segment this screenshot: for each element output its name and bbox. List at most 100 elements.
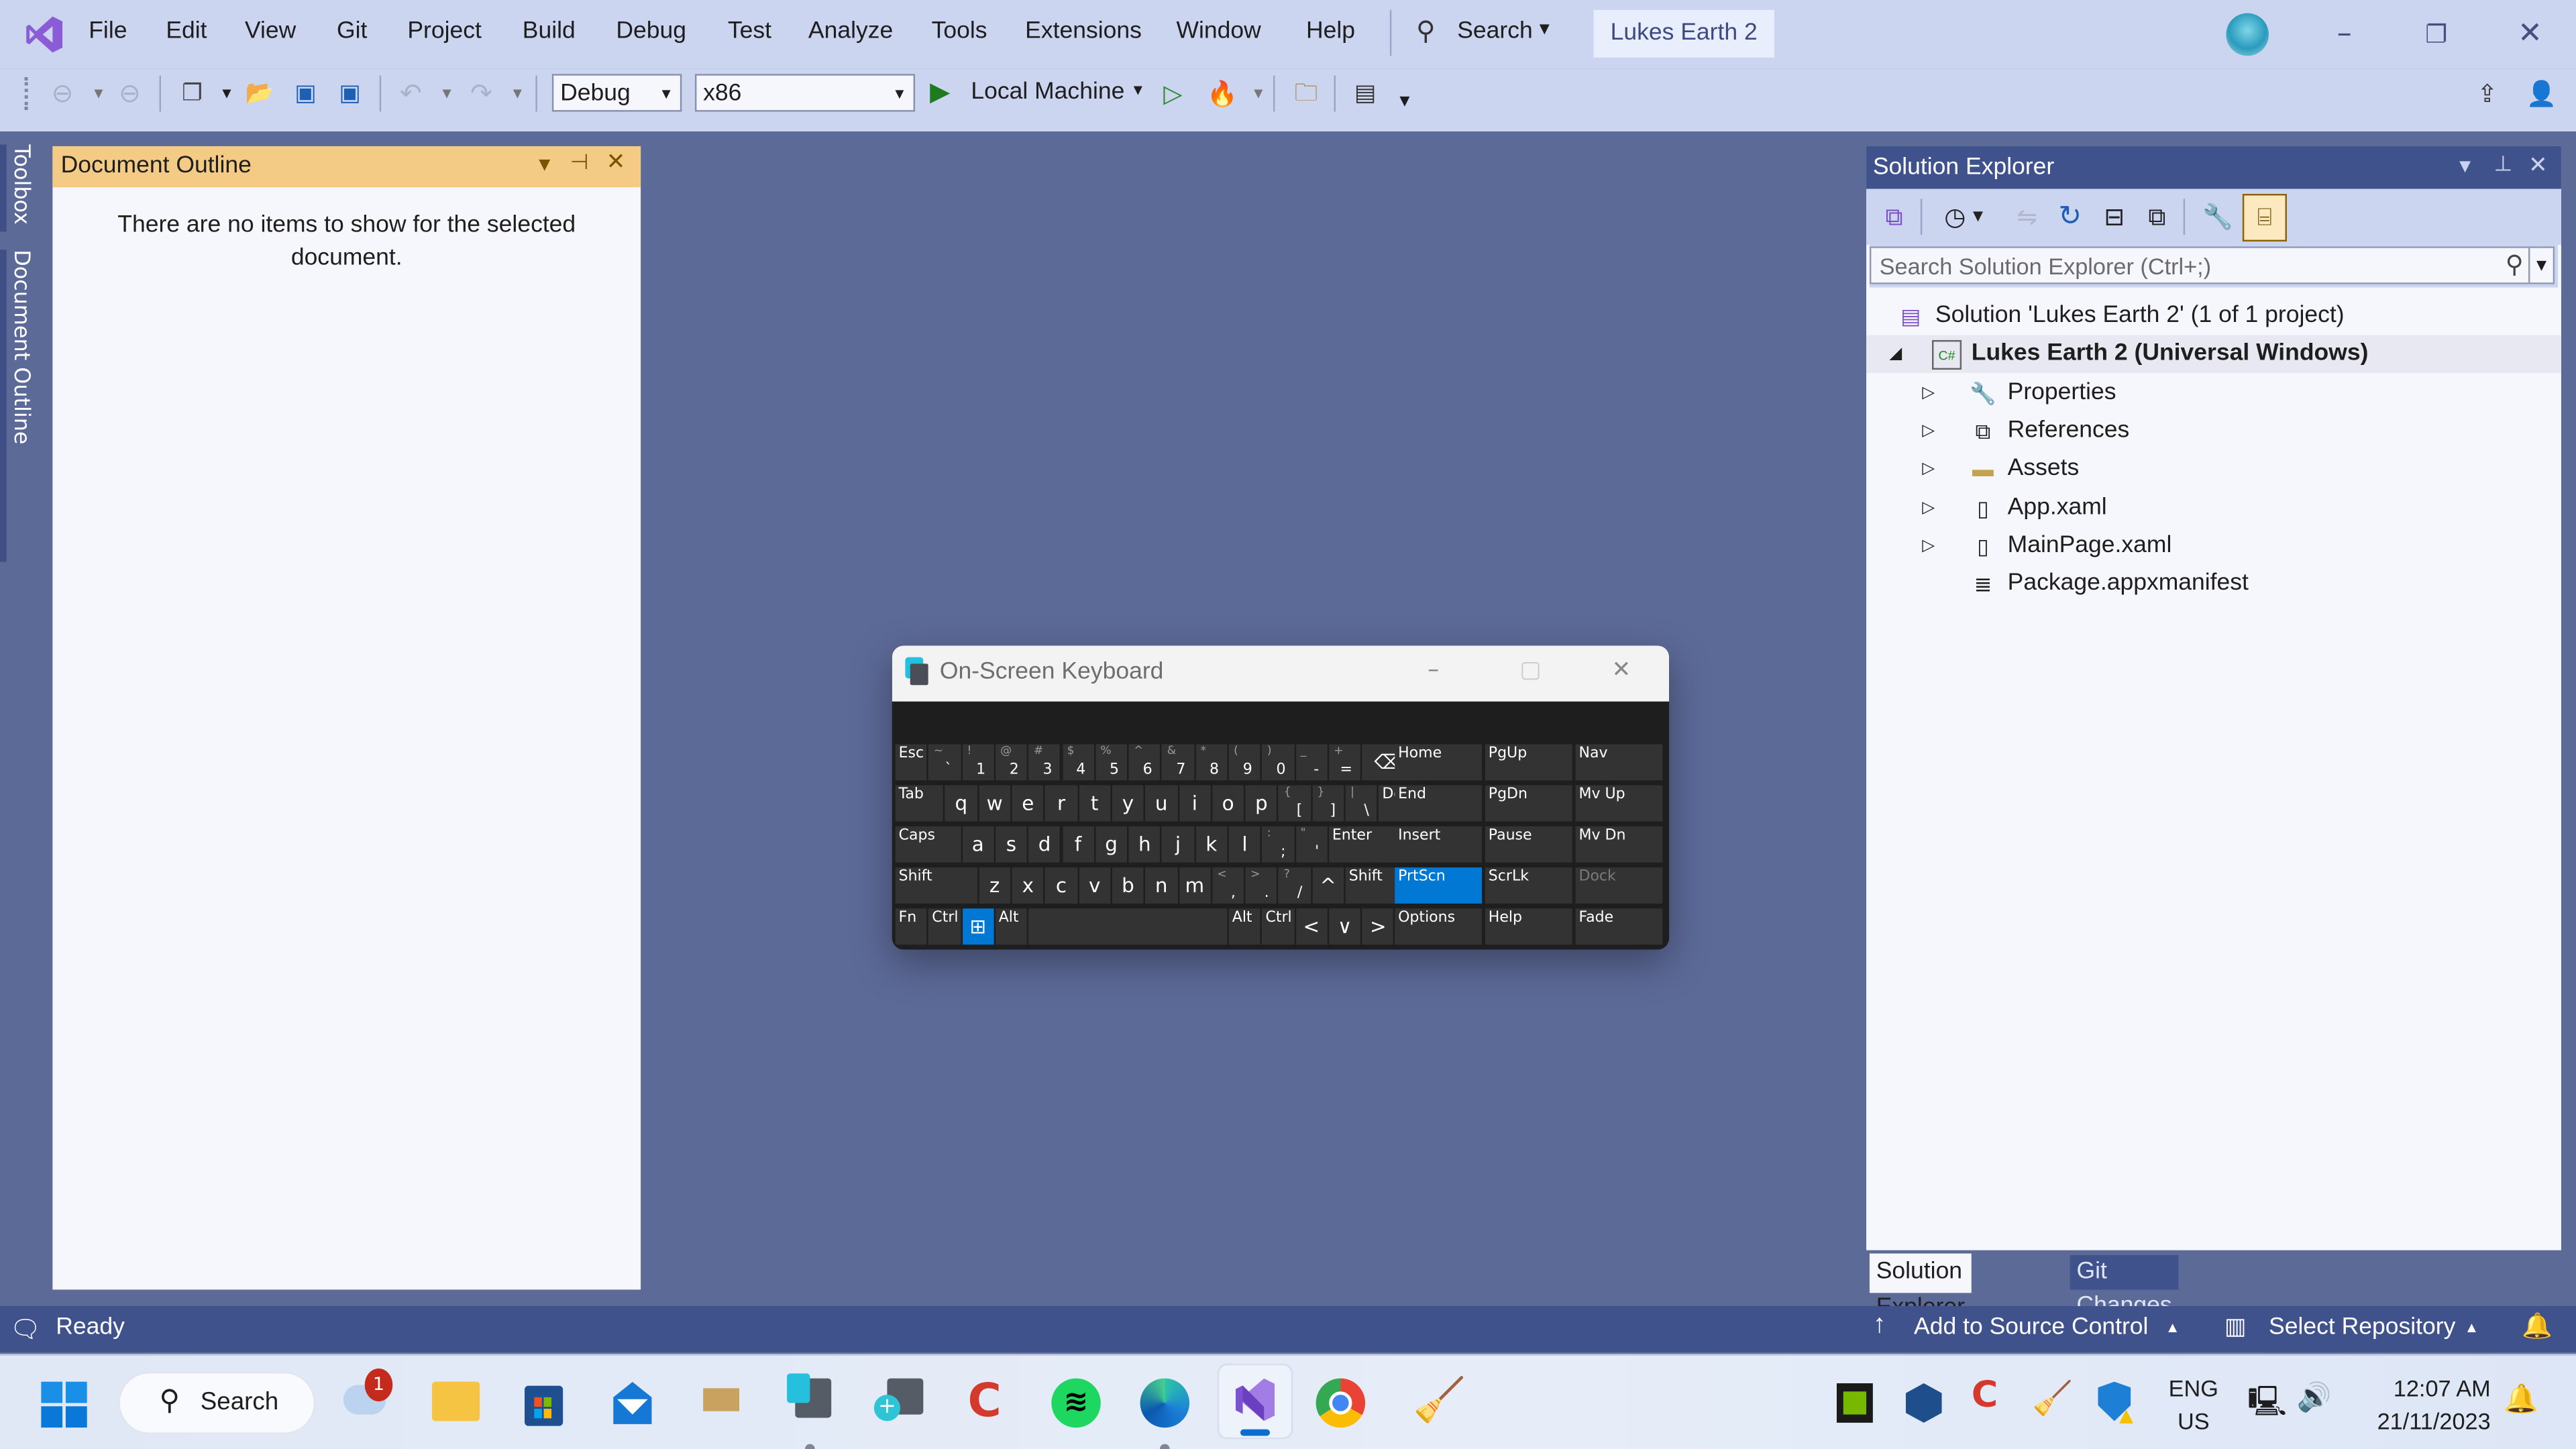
language-indicator[interactable]: ENG US: [2169, 1372, 2218, 1438]
osk-key[interactable]: >: [1362, 908, 1394, 945]
redo-icon[interactable]: ↷: [465, 77, 498, 110]
share-icon[interactable]: ⇪: [2471, 77, 2504, 110]
osk-key[interactable]: ~ `: [928, 744, 961, 781]
tree-item[interactable]: ▷ ▯ MainPage.xaml: [1866, 527, 2561, 565]
osk-nav-key[interactable]: Help: [1485, 908, 1572, 945]
osk-nav-key[interactable]: Nav: [1575, 744, 1663, 781]
osk-key[interactable]: ? /: [1279, 867, 1311, 904]
undo-icon[interactable]: ↶: [394, 77, 427, 110]
menu-extensions[interactable]: Extensions: [1025, 18, 1142, 44]
osk-key[interactable]: Ctrl: [1262, 908, 1294, 945]
osk-key[interactable]: f: [1062, 826, 1094, 863]
osk-key[interactable]: b: [1112, 867, 1144, 904]
menu-view[interactable]: View: [245, 18, 296, 44]
menu-window[interactable]: Window: [1176, 18, 1260, 44]
chevron-down-icon[interactable]: ▼: [431, 77, 464, 110]
preview-selected-items-icon[interactable]: ⌸: [2242, 193, 2287, 242]
publish-icon[interactable]: ▤: [1349, 77, 1382, 110]
osk-key[interactable]: n: [1145, 867, 1177, 904]
osk-nav-key[interactable]: Options: [1395, 908, 1482, 945]
osk-key[interactable]: s: [995, 826, 1028, 863]
start-debugging-button[interactable]: ▶ Local Machine ▼: [930, 76, 1152, 112]
menu-git[interactable]: Git: [337, 18, 367, 44]
cleaner-tray-icon[interactable]: 🧹: [2032, 1379, 2073, 1418]
select-repository-button[interactable]: ▥ Select Repository ▲: [2224, 1313, 2487, 1347]
vpn-tray-icon[interactable]: [1905, 1383, 1942, 1423]
osk-key[interactable]: * 8: [1195, 744, 1228, 781]
osk-key[interactable]: h: [1128, 826, 1161, 863]
tree-item[interactable]: ▷ 🔧 Properties: [1866, 374, 2561, 411]
menu-debug[interactable]: Debug: [616, 18, 686, 44]
osk-key[interactable]: [1028, 908, 1228, 945]
osk-key[interactable]: q: [945, 785, 977, 822]
osk-key[interactable]: r: [1045, 785, 1077, 822]
osk-key[interactable]: z: [978, 867, 1011, 904]
tree-item[interactable]: ◢ C# Lukes Earth 2 (Universal Windows): [1866, 335, 2561, 374]
osk-key[interactable]: d: [1028, 826, 1061, 863]
document-outline-tab[interactable]: Document Outline: [8, 250, 33, 444]
osk-nav-key[interactable]: Mv Dn: [1575, 826, 1663, 863]
notifications-bell-icon[interactable]: 🔔: [2522, 1311, 2553, 1341]
osk-key[interactable]: <,: [1212, 867, 1244, 904]
notification-center-icon[interactable]: 🔔: [2504, 1383, 2538, 1416]
menu-tools[interactable]: Tools: [932, 18, 987, 44]
osk-key[interactable]: _ -: [1295, 744, 1328, 781]
account-avatar[interactable]: [2226, 13, 2269, 56]
osk-key[interactable]: ) 0: [1262, 744, 1294, 781]
tree-item[interactable]: ▷ ▯ App.xaml: [1866, 489, 2561, 527]
refresh-icon[interactable]: ↻: [2052, 199, 2088, 235]
clock[interactable]: 12:07 AM 21/11/2023: [2349, 1372, 2491, 1438]
toolbar-overflow-icon[interactable]: ▼: [1388, 85, 1421, 118]
osk-key[interactable]: Alt: [1228, 908, 1261, 945]
chevron-down-icon[interactable]: ▼: [210, 77, 243, 110]
sync-with-document-icon[interactable]: ⇋: [2009, 199, 2045, 235]
menu-build[interactable]: Build: [523, 18, 576, 44]
tree-item[interactable]: ▤ Solution 'Lukes Earth 2' (1 of 1 projec…: [1866, 297, 2561, 335]
chevron-down-icon[interactable]: ▼: [501, 77, 534, 110]
menu-help[interactable]: Help: [1306, 18, 1355, 44]
osk-key[interactable]: Caps: [895, 826, 961, 863]
osk-key[interactable]: % 5: [1095, 744, 1128, 781]
navigate-back-icon[interactable]: ⊖: [46, 77, 79, 110]
osk-nav-key[interactable]: Mv Up: [1575, 785, 1663, 822]
taskbar-chrome[interactable]: [1309, 1372, 1372, 1434]
osk-nav-key[interactable]: Fade: [1575, 908, 1663, 945]
expand-arrow-icon[interactable]: ▷: [1922, 489, 1935, 527]
osk-key[interactable]: p: [1245, 785, 1277, 822]
osk-nav-key[interactable]: Insert: [1395, 826, 1482, 863]
osk-key[interactable]: w: [978, 785, 1011, 822]
start-button[interactable]: [33, 1372, 95, 1434]
search-options-dropdown[interactable]: ▼: [2528, 248, 2553, 283]
search-input[interactable]: Search Solution Explorer (Ctrl+;) ⚲ ▼: [1869, 246, 2555, 284]
volume-icon[interactable]: 🔊: [2297, 1382, 2332, 1415]
minimize-button[interactable]: –: [2324, 16, 2364, 52]
chevron-down-icon[interactable]: ▼: [1242, 77, 1275, 110]
osk-key[interactable]: <: [1295, 908, 1328, 945]
osk-key[interactable]: ⊞: [962, 908, 994, 945]
osk-key[interactable]: >.: [1245, 867, 1277, 904]
add-to-source-control-button[interactable]: ↑ Add to Source Control ▲: [1873, 1311, 2185, 1347]
taskbar-ccleaner[interactable]: C: [958, 1372, 1020, 1434]
osk-key[interactable]: ∨: [1328, 908, 1361, 945]
osk-key[interactable]: Alt: [995, 908, 1028, 945]
osk-nav-key[interactable]: PgDn: [1485, 785, 1572, 822]
osk-key[interactable]: + =: [1328, 744, 1361, 781]
osk-key[interactable]: u: [1145, 785, 1177, 822]
tree-item[interactable]: ▷ ⧉ References: [1866, 412, 2561, 449]
tree-item[interactable]: ≣ Package.appxmanifest: [1866, 566, 2561, 603]
taskbar-weather[interactable]: 1: [337, 1368, 399, 1434]
osk-key[interactable]: ^ 6: [1128, 744, 1161, 781]
menu-test[interactable]: Test: [728, 18, 771, 44]
osk-key[interactable]: k: [1195, 826, 1228, 863]
menu-project[interactable]: Project: [407, 18, 482, 44]
open-folder-icon[interactable]: 📂: [243, 77, 276, 110]
taskbar-search[interactable]: ⚲ Search: [118, 1371, 316, 1434]
toolbox-tab[interactable]: Toolbox: [8, 145, 33, 225]
network-icon[interactable]: 🖳: [2247, 1382, 2287, 1431]
osk-key[interactable]: v: [1079, 867, 1111, 904]
osk-key[interactable]: :;: [1262, 826, 1294, 863]
find-in-files-icon[interactable]: 🗀: [1289, 77, 1322, 110]
expand-arrow-icon[interactable]: ▷: [1922, 412, 1935, 449]
pin-icon[interactable]: ⊥: [2494, 153, 2513, 178]
taskbar-magnifier[interactable]: +: [867, 1372, 930, 1434]
